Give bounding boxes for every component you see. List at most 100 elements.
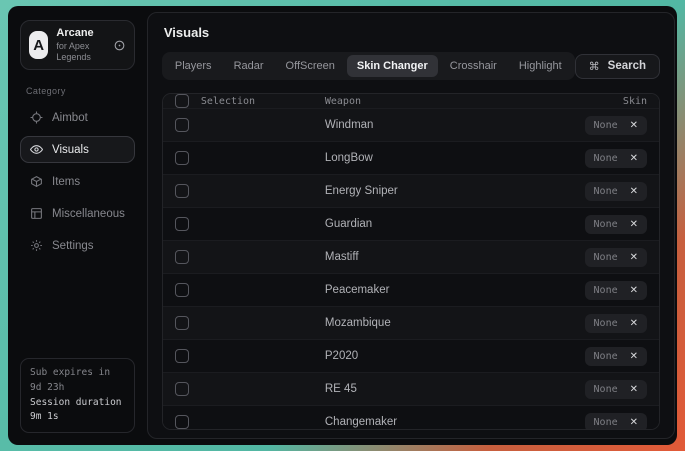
- category-label: Category: [26, 86, 129, 96]
- skin-select[interactable]: None ✕: [585, 314, 647, 333]
- gear-icon: [30, 239, 43, 252]
- table-row: P2020 None ✕: [163, 339, 659, 372]
- table-row: LongBow None ✕: [163, 141, 659, 174]
- weapon-name: Mastiff: [325, 251, 537, 263]
- row-checkbox[interactable]: [175, 283, 189, 297]
- clear-skin-icon[interactable]: ✕: [630, 385, 638, 395]
- sidebar-item-label: Settings: [52, 240, 94, 252]
- skin-select[interactable]: None ✕: [585, 116, 647, 135]
- weapons-table: Selection Weapon Skin Windman None ✕ Lon…: [162, 93, 660, 430]
- clear-skin-icon[interactable]: ✕: [630, 121, 638, 131]
- skin-select[interactable]: None ✕: [585, 347, 647, 366]
- cube-icon: [30, 175, 43, 188]
- table-row: Guardian None ✕: [163, 207, 659, 240]
- table-row: Mastiff None ✕: [163, 240, 659, 273]
- tab-offscreen[interactable]: OffScreen: [276, 55, 345, 77]
- tab-skin-changer[interactable]: Skin Changer: [347, 55, 438, 77]
- search-button[interactable]: ⌘ Search: [575, 54, 660, 79]
- tab-radar[interactable]: Radar: [224, 55, 274, 77]
- table-row: RE 45 None ✕: [163, 372, 659, 405]
- skin-value: None: [594, 186, 618, 197]
- command-icon: ⌘: [589, 60, 600, 73]
- skin-select[interactable]: None ✕: [585, 380, 647, 399]
- tab-crosshair[interactable]: Crosshair: [440, 55, 507, 77]
- skin-value: None: [594, 153, 618, 164]
- eye-icon: [30, 143, 43, 156]
- row-checkbox[interactable]: [175, 382, 189, 396]
- table-row: Energy Sniper None ✕: [163, 174, 659, 207]
- skin-value: None: [594, 384, 618, 395]
- row-checkbox[interactable]: [175, 184, 189, 198]
- weapon-name: RE 45: [325, 383, 537, 395]
- skin-value: None: [594, 417, 618, 428]
- weapon-name: Guardian: [325, 218, 537, 230]
- target-icon[interactable]: [113, 39, 126, 52]
- skin-select[interactable]: None ✕: [585, 281, 647, 300]
- tab-highlight[interactable]: Highlight: [509, 55, 572, 77]
- table-row: Mozambique None ✕: [163, 306, 659, 339]
- sidebar-item-aimbot[interactable]: Aimbot: [20, 104, 135, 131]
- row-checkbox[interactable]: [175, 250, 189, 264]
- clear-skin-icon[interactable]: ✕: [630, 319, 638, 329]
- skin-value: None: [594, 318, 618, 329]
- skin-value: None: [594, 120, 618, 131]
- clear-skin-icon[interactable]: ✕: [630, 187, 638, 197]
- clear-skin-icon[interactable]: ✕: [630, 352, 638, 362]
- page-title: Visuals: [164, 25, 660, 40]
- tab-players[interactable]: Players: [165, 55, 222, 77]
- sidebar-item-label: Visuals: [52, 144, 89, 156]
- profile-text: Arcane for Apex Legends: [56, 27, 105, 63]
- search-button-label: Search: [608, 60, 646, 72]
- tab-bar: Players Radar OffScreen Skin Changer Cro…: [162, 52, 575, 80]
- row-checkbox[interactable]: [175, 151, 189, 165]
- skin-select[interactable]: None ✕: [585, 248, 647, 267]
- sidebar-item-visuals[interactable]: Visuals: [20, 136, 135, 163]
- table-header: Selection Weapon Skin: [163, 94, 659, 108]
- sidebar: A Arcane for Apex Legends Category Aimbo…: [14, 12, 141, 439]
- column-header-skin: Skin: [537, 96, 647, 107]
- sidebar-item-items[interactable]: Items: [20, 168, 135, 195]
- table-row: Windman None ✕: [163, 108, 659, 141]
- table-row: Changemaker None ✕: [163, 405, 659, 430]
- skin-value: None: [594, 351, 618, 362]
- row-checkbox[interactable]: [175, 217, 189, 231]
- status-card: Sub expires in 9d 23h Session duration 9…: [20, 358, 135, 433]
- app-title: Arcane: [56, 27, 105, 41]
- weapon-name: Mozambique: [325, 317, 537, 329]
- sub-expires-text: Sub expires in 9d 23h: [30, 366, 125, 395]
- table-row: Peacemaker None ✕: [163, 273, 659, 306]
- clear-skin-icon[interactable]: ✕: [630, 154, 638, 164]
- sidebar-item-settings[interactable]: Settings: [20, 232, 135, 259]
- crosshair-icon: [30, 111, 43, 124]
- table-body: Windman None ✕ LongBow None ✕ Energy Sni…: [163, 108, 659, 430]
- clear-skin-icon[interactable]: ✕: [630, 253, 638, 263]
- row-checkbox[interactable]: [175, 415, 189, 429]
- skin-value: None: [594, 252, 618, 263]
- select-all-checkbox[interactable]: [175, 94, 189, 108]
- weapon-name: Energy Sniper: [325, 185, 537, 197]
- weapon-name: Changemaker: [325, 416, 537, 428]
- skin-select[interactable]: None ✕: [585, 413, 647, 430]
- sidebar-item-label: Miscellaneous: [52, 208, 125, 220]
- skin-value: None: [594, 285, 618, 296]
- clear-skin-icon[interactable]: ✕: [630, 220, 638, 230]
- skin-select[interactable]: None ✕: [585, 215, 647, 234]
- row-checkbox[interactable]: [175, 316, 189, 330]
- weapon-name: Peacemaker: [325, 284, 537, 296]
- skin-select[interactable]: None ✕: [585, 182, 647, 201]
- sidebar-item-label: Items: [52, 176, 80, 188]
- grid-icon: [30, 207, 43, 220]
- clear-skin-icon[interactable]: ✕: [630, 286, 638, 296]
- sidebar-nav: Aimbot Visuals Items Miscellaneous Setti…: [20, 104, 135, 259]
- column-header-weapon: Weapon: [325, 96, 537, 107]
- clear-skin-icon[interactable]: ✕: [630, 418, 638, 428]
- sidebar-item-miscellaneous[interactable]: Miscellaneous: [20, 200, 135, 227]
- header-selection-cell: Selection: [175, 94, 325, 108]
- app-logo: A: [29, 31, 48, 59]
- row-checkbox[interactable]: [175, 349, 189, 363]
- weapon-name: Windman: [325, 119, 537, 131]
- weapon-name: P2020: [325, 350, 537, 362]
- skin-select[interactable]: None ✕: [585, 149, 647, 168]
- skin-value: None: [594, 219, 618, 230]
- row-checkbox[interactable]: [175, 118, 189, 132]
